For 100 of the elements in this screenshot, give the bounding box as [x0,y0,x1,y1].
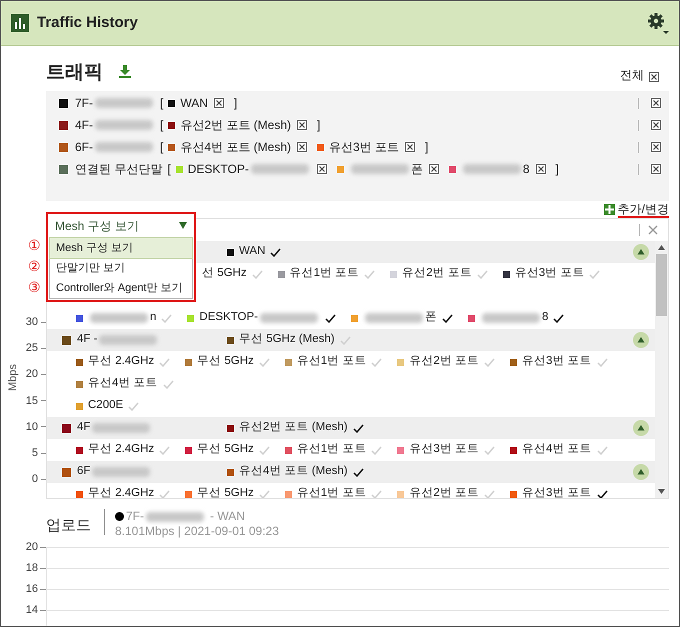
remove-icon[interactable] [316,164,327,174]
link-label: WAN [180,95,208,112]
check-icon[interactable] [596,490,608,498]
caret-icon [179,222,187,229]
port-label: 유선3번 포트 [514,266,584,282]
link-label: DESKTOP- [188,161,249,178]
legend-label: 7F- [126,509,144,524]
legend-detail: 8.101Mbps | 2021-09-01 09:23 [115,524,279,539]
axis-tick-label: 20 [24,541,39,553]
collapse-icon[interactable] [633,420,649,436]
port-label: 유선1번 포트 [296,354,366,370]
port-label: 유선1번 포트 [296,442,366,458]
axis-tick-label: 10 [26,420,38,434]
check-icon[interactable] [442,314,453,322]
collapse-icon[interactable] [633,332,649,348]
axis-tick-label: 30 [26,315,38,329]
port-label: 유선1번 포트 [296,486,366,498]
add-change-link[interactable]: 추가/변경 [618,202,669,218]
check-icon[interactable] [553,314,564,322]
remove-icon[interactable] [651,164,661,174]
remove-icon[interactable] [297,142,308,152]
port-label: 무선 2.4GHz [88,354,154,370]
axis-title: Mbps [6,364,20,391]
port-label: 유선1번 포트 [290,266,360,282]
port-label: 폰 [424,310,437,326]
bracket: [ [160,139,164,156]
port-label: DESKTOP- [199,310,258,326]
check-icon[interactable] [352,468,364,476]
add-icon[interactable] [604,204,615,215]
remove-icon[interactable] [651,142,661,152]
mesh-link-label: 유선4번 포트 (Mesh) [239,464,348,480]
axis-tick-label: 15 [26,394,38,408]
link-label: 8 [522,161,530,178]
remove-icon[interactable] [428,164,439,174]
axis-tick-label: 20 [26,367,38,382]
bar-chart-icon [11,14,29,32]
port-label: 유선3번 포트 [522,486,592,498]
selection-label: 4F- [75,117,93,134]
link-label: 유선4번 포트 (Mesh) [180,139,292,156]
selection-label: 7F- [75,95,93,112]
group-label: 4F [77,420,90,436]
dropdown-option[interactable]: Mesh 구성 보기 [50,238,192,258]
remove-icon[interactable] [214,98,224,108]
annotation-number: ② [28,258,41,274]
settings-icon[interactable] [647,12,669,34]
axis-tick-label: 18 [24,562,39,574]
scroll-thumb[interactable] [656,254,667,316]
bracket: [ [160,95,164,112]
selection-label: 연결된 무선단말 [75,161,162,178]
axis-tick-label: 25 [26,341,38,356]
remove-icon[interactable] [405,142,416,152]
bracket: ] [234,95,238,112]
remove-icon[interactable] [651,120,661,130]
port-label: 유선2번 포트 [409,486,479,498]
port-label: 무선 2.4GHz [88,442,154,458]
port-label: 무선 5GHz [197,442,254,458]
port-label: n [150,310,156,326]
legend-suffix: - WAN [210,509,245,524]
link-label: 폰 [410,161,423,178]
collapse-icon[interactable] [633,464,649,480]
remove-icon[interactable] [536,164,546,174]
scroll-down-icon[interactable] [658,489,665,494]
scrollbar[interactable] [655,241,668,498]
bracket: [ [167,161,171,178]
port-label: 무선 5GHz [197,354,254,370]
bracket: ] [317,117,320,134]
annotation-number: ① [28,237,41,253]
port-label: 8 [542,310,548,326]
remove-icon[interactable] [651,98,661,108]
check-icon[interactable] [352,424,364,432]
download-icon[interactable] [119,65,131,78]
axis-tick-label: 14 [24,604,39,616]
axis-tick-label: 16 [24,583,39,595]
remove-icon[interactable] [297,120,308,130]
port-label: 무선 5GHz [197,486,254,498]
remove-icon[interactable] [649,72,659,82]
check-icon[interactable] [324,314,336,322]
check-icon[interactable] [270,248,282,256]
mesh-link-label: 무선 5GHz (Mesh) [239,332,335,348]
bracket: [ [160,117,164,134]
port-label: C200E [88,398,124,414]
collapse-icon[interactable] [633,244,649,260]
port-label: 유선3번 포트 [522,354,592,370]
mesh-link-label: 유선2번 포트 (Mesh) [239,420,348,436]
close-icon[interactable] [648,225,658,235]
link-label: 유선3번 포트 [329,139,400,156]
upload-title: 업로드 [46,516,92,536]
axis-tick-label: 5 [32,446,38,460]
clear-all-label: 전체 [620,67,644,84]
mesh-link-label: WAN [239,244,266,260]
port-label: 유선4번 포트 [522,442,592,458]
window-title: Traffic History [37,12,138,33]
bracket: ] [425,139,428,156]
selection-label: 6F- [75,139,93,156]
section-title: 트래픽 [46,61,103,85]
port-label: 선 5GHz [202,266,247,282]
port-label: 유선2번 포트 [409,354,479,370]
group-label: 4F - [77,332,98,348]
bracket: ] [556,161,559,178]
scroll-up-icon[interactable] [658,245,665,250]
